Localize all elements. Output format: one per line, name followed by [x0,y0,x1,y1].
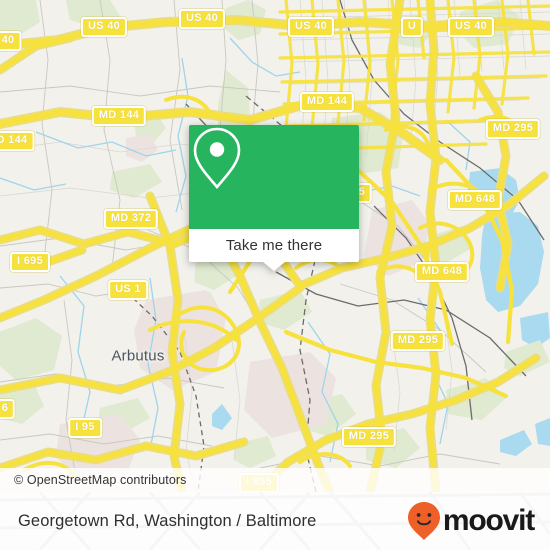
highway-shield: D 144 [0,131,35,151]
location-pin-icon [193,127,241,190]
callout-tail [263,262,285,271]
highway-shield: US 40 [447,17,495,37]
highway-shield: US 1 [108,280,148,300]
location-title: Georgetown Rd, Washington / Baltimore [18,511,317,530]
footer-bar: Georgetown Rd, Washington / Baltimore mo… [0,492,550,550]
moovit-map-screenshot: .rd { fill:none; stroke:#f7e13c; stroke-… [0,0,550,550]
highway-shield: MD 295 [485,119,541,139]
highway-shield: MD 295 [341,427,397,447]
highway-shield: U [400,17,424,37]
moovit-wordmark: moovit [442,504,535,537]
highway-shield: MD 295 [390,331,446,351]
attribution-text: © OpenStreetMap contributors [14,473,187,487]
map-attribution[interactable]: © OpenStreetMap contributors [0,468,550,492]
highway-shield: 6 [0,399,16,419]
callout-header [189,125,359,229]
highway-shield: I 695 [10,252,50,272]
highway-shield: MD 648 [447,190,503,210]
moovit-brand[interactable]: moovit [407,501,535,541]
place-label: Arbutus [111,347,165,365]
highway-shield: US 40 [80,17,128,37]
highway-shield: MD 144 [299,92,355,112]
highway-shield: 40 [0,31,22,51]
highway-shield: MD 372 [103,209,159,229]
take-me-there-label: Take me there [225,237,323,254]
callout-footer[interactable]: Take me there [189,229,359,271]
destination-callout[interactable]: Take me there [189,125,359,271]
map-canvas[interactable]: .rd { fill:none; stroke:#f7e13c; stroke-… [0,0,550,492]
highway-shield: US 40 [287,17,335,37]
highway-shield: MD 144 [91,106,147,126]
highway-shield: I 95 [68,418,102,438]
highway-shield: US 40 [178,9,226,29]
highway-shield: MD 648 [414,262,470,282]
moovit-smiley-pin-icon [407,502,440,540]
